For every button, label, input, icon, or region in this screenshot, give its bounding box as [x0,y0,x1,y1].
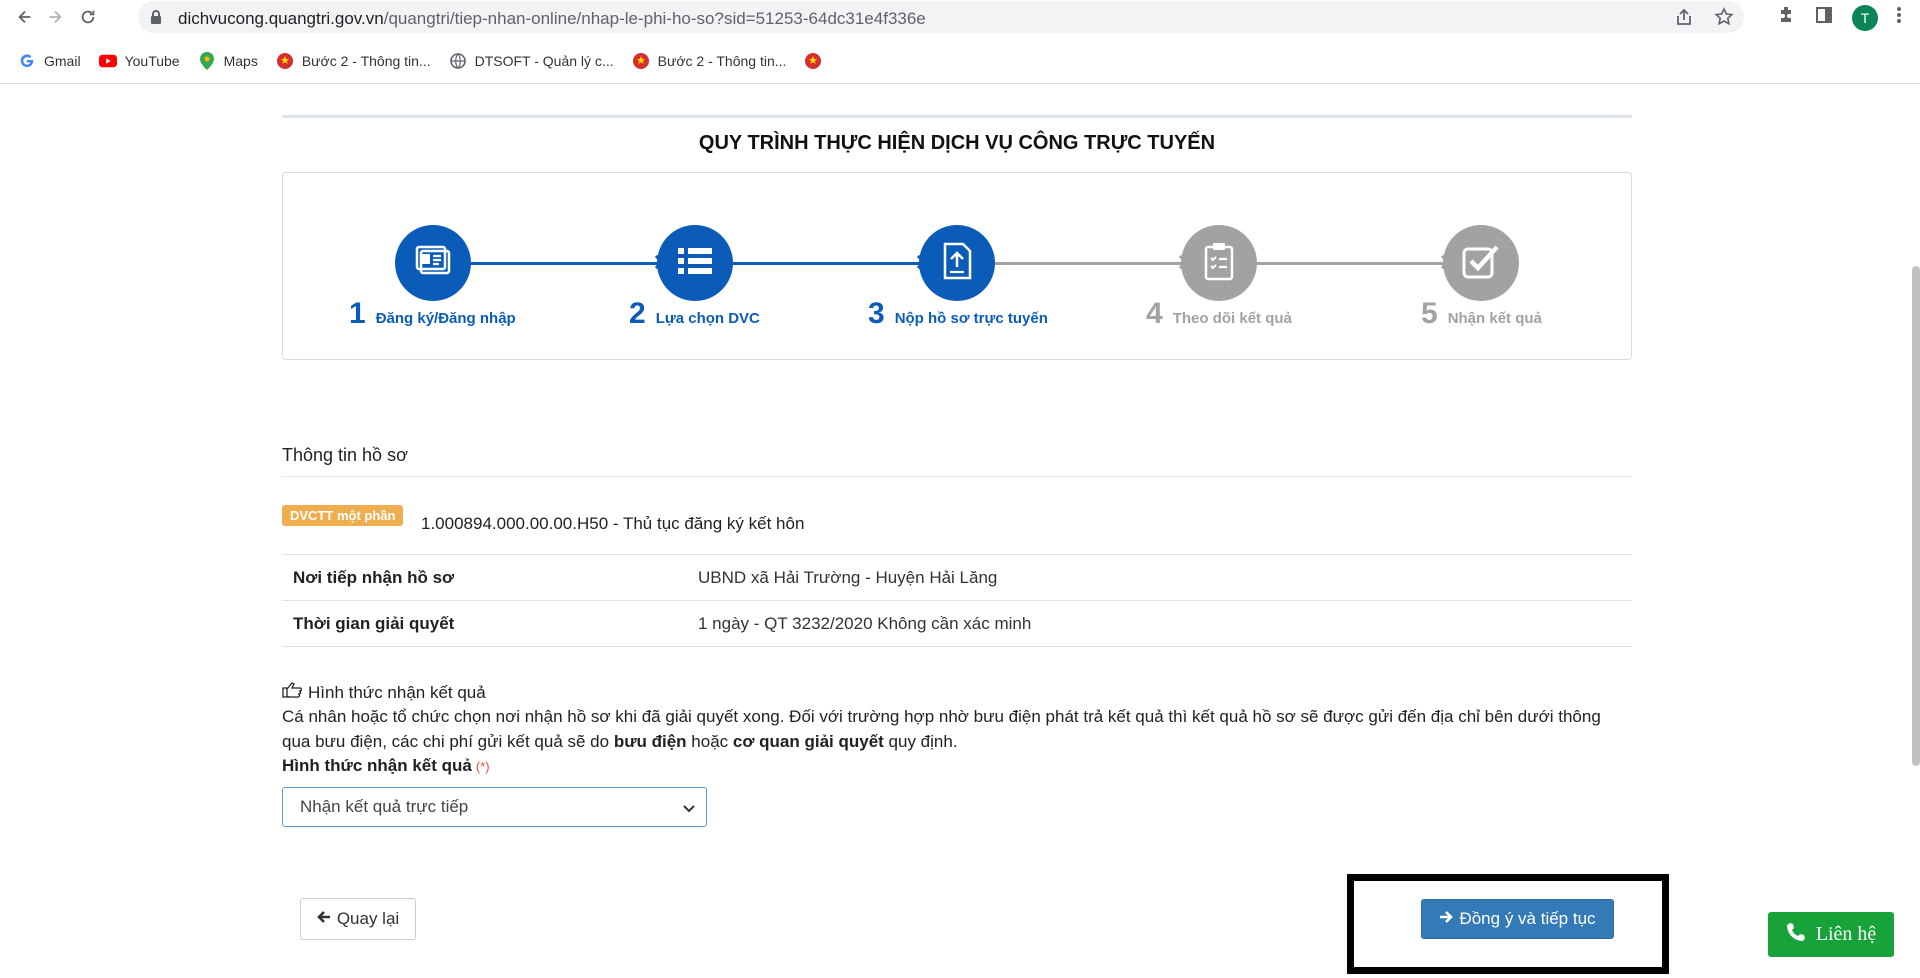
bookmark-emblem[interactable] [804,52,830,70]
bookmark-youtube[interactable]: YouTube [98,52,180,70]
menu-dots-icon[interactable] [1896,5,1902,30]
dossier-section-title: Thông tin hồ sơ [282,445,408,465]
bookmarks-bar: Gmail YouTube Maps Bước 2 - Thông tin...… [0,45,1920,77]
dossier-info-table: Nơi tiếp nhận hồ sơ UBND xã Hải Trường -… [282,554,1632,647]
step-1-circle [395,225,471,301]
step-1-label: 1 Đăng ký/Đăng nhập [349,297,516,330]
receive-method-label: Hình thức nhận kết quả (*) [282,756,490,775]
id-card-icon [413,244,453,283]
receive-method-heading: Hình thức nhận kết quả [282,682,486,703]
bookmark-buoc2-a[interactable]: Bước 2 - Thông tin... [276,52,431,70]
upload-document-icon [940,241,974,286]
reload-icon[interactable] [73,2,103,32]
bookmark-gmail[interactable]: Gmail [18,52,81,70]
page-content: QUY TRÌNH THỰC HIỆN DỊCH VỤ CÔNG TRỰC TU… [0,84,1920,978]
table-row: Nơi tiếp nhận hồ sơ UBND xã Hải Trường -… [282,554,1632,601]
star-icon[interactable] [1714,7,1734,32]
row-value: 1 ngày - QT 3232/2020 Không cần xác minh [698,613,1032,633]
bookmark-maps[interactable]: Maps [198,52,258,70]
agree-continue-button[interactable]: Đồng ý và tiếp tục [1421,899,1614,939]
row-key: Thời gian giải quyết [293,613,455,633]
step-3-label: 3 Nộp hồ sơ trực tuyến [868,297,1048,330]
receive-method-select[interactable]: Nhận kết quả trực tiếp [282,787,707,827]
emblem-icon [804,52,822,70]
phone-icon [1786,922,1806,948]
procedure-name: 1.000894.000.00.00.H50 - Thủ tục đăng ký… [421,514,805,533]
step-5-circle [1443,225,1519,301]
row-value: UBND xã Hải Trường - Huyện Hải Lăng [698,567,998,587]
step-5-label: 5 Nhận kết quả [1421,297,1542,330]
row-key: Nơi tiếp nhận hồ sơ [293,567,455,587]
bookmark-buoc2-b[interactable]: Bước 2 - Thông tin... [632,52,786,70]
step-3-circle [919,225,995,301]
share-icon[interactable] [1674,7,1694,32]
step-2-circle [657,225,733,301]
side-panel-icon[interactable] [1814,5,1834,30]
contact-button[interactable]: Liên hệ [1768,912,1894,957]
arrow-left-icon [316,909,331,929]
scrollbar-thumb[interactable] [1912,266,1920,766]
maps-icon [198,52,216,70]
check-square-icon [1461,242,1501,285]
chevron-down-icon [682,800,696,820]
forward-arrow-icon[interactable] [40,2,70,32]
youtube-icon [98,52,117,70]
address-bar[interactable]: dichvucong.quangtri.gov.vn/quangtri/tiep… [138,1,1744,33]
section-divider [282,115,1632,118]
back-button[interactable]: Quay lại [300,898,416,940]
clipboard-checklist-icon [1203,241,1235,286]
process-title: QUY TRÌNH THỰC HIỆN DỊCH VỤ CÔNG TRỰC TU… [698,132,1216,154]
bookmark-dtsoft[interactable]: DTSOFT - Quản lý c... [449,52,614,70]
emblem-icon [632,52,650,70]
service-level-badge: DVCTT một phần [282,505,404,526]
url-text: dichvucong.quangtri.gov.vn/quangtri/tiep… [178,9,926,28]
section-divider [282,476,1632,477]
extensions-icon[interactable] [1776,5,1796,30]
arrow-right-icon [1439,909,1454,929]
hand-pointer-icon [282,682,303,703]
back-arrow-icon[interactable] [10,2,40,32]
browser-toolbar: dichvucong.quangtri.gov.vn/quangtri/tiep… [0,0,1920,35]
table-row: Thời gian giải quyết 1 ngày - QT 3232/20… [282,600,1632,647]
step-2-label: 2 Lựa chọn DVC [629,297,760,330]
process-steps: 1 Đăng ký/Đăng nhập 2 Lựa chọn DVC 3 Nộp… [282,172,1632,360]
step-4-label: 4 Theo dõi kết quả [1146,297,1292,330]
receive-method-description: Cá nhân hoặc tổ chức chọn nơi nhận hồ sơ… [282,707,1601,751]
required-mark: (*) [475,759,490,774]
google-icon [18,52,36,70]
list-icon [675,245,715,282]
emblem-icon [276,52,294,70]
globe-icon [449,52,467,70]
lock-icon [150,9,162,30]
step-4-circle [1181,225,1257,301]
profile-avatar[interactable]: T [1852,4,1878,31]
